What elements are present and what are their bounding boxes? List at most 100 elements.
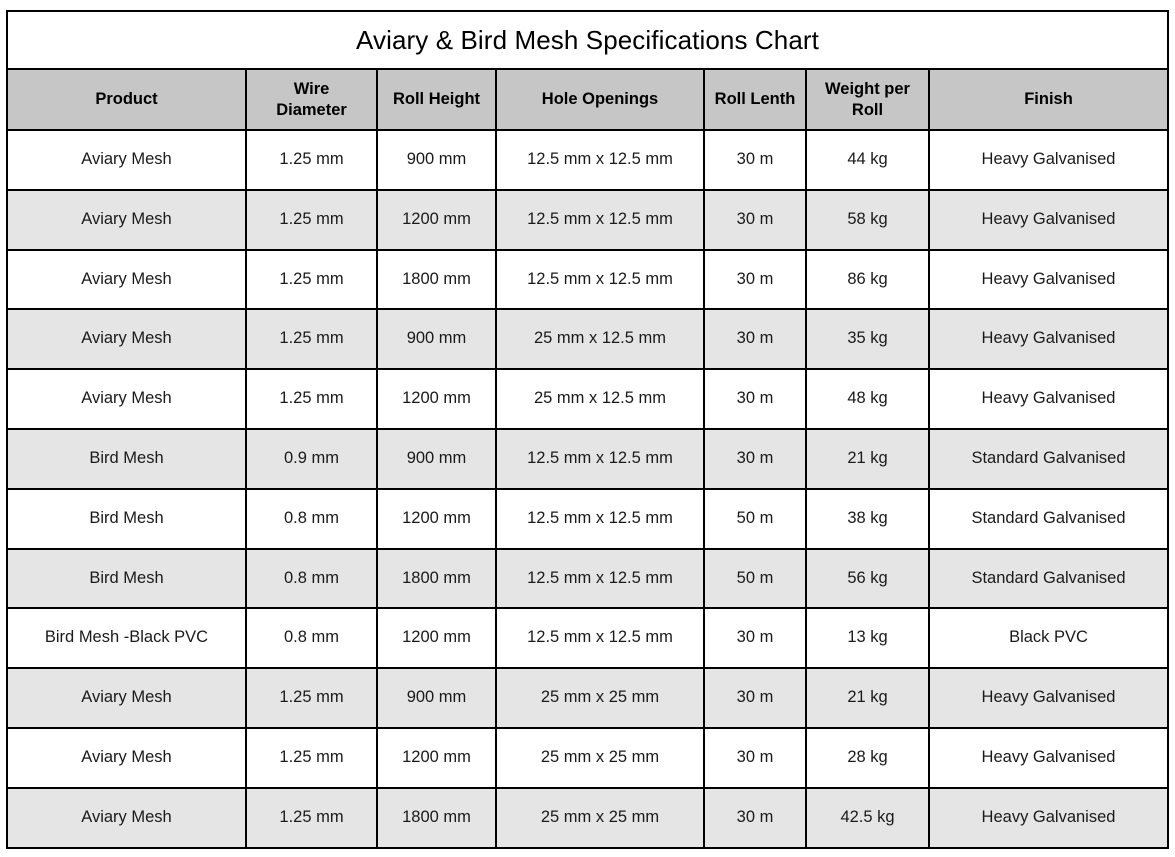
cell-weight-per-roll: 86 kg xyxy=(805,248,930,311)
cell-product: Aviary Mesh xyxy=(6,308,247,371)
table-row[interactable]: Aviary Mesh 1.25 mm 1800 mm 12.5 mm x 12.5 … xyxy=(6,248,1169,311)
cell-hole-openings: 25 mm x 25 mm xyxy=(495,786,705,849)
cell-roll-length: 30 m xyxy=(703,188,807,251)
cell-finish: Heavy Galvanised xyxy=(928,129,1169,191)
cell-hole-openings: 12.5 mm x 12.5 mm xyxy=(495,248,705,311)
cell-product: Aviary Mesh xyxy=(6,786,247,849)
cell-wire-diameter: 1.25 mm xyxy=(245,726,378,789)
cell-roll-height: 900 mm xyxy=(376,129,497,191)
cell-hole-openings: 12.5 mm x 12.5 mm xyxy=(495,129,705,191)
cell-hole-openings: 12.5 mm x 12.5 mm xyxy=(495,487,705,550)
table-head: Aviary & Bird Mesh Specifications Chart xyxy=(6,10,1169,70)
cell-product: Aviary Mesh xyxy=(6,188,247,251)
table-row[interactable]: Aviary Mesh 1.25 mm 1200 mm 12.5 mm x 12.5 … xyxy=(6,188,1169,251)
column-header-weight-per-roll[interactable]: Weight per Roll xyxy=(805,68,930,131)
cell-product: Aviary Mesh xyxy=(6,368,247,430)
table-row[interactable]: Bird Mesh -Black PVC 0.8 mm 1200 mm 12.5 mm… xyxy=(6,607,1169,670)
cell-hole-openings: 12.5 mm x 12.5 mm xyxy=(495,427,705,490)
cell-roll-length: 30 m xyxy=(703,129,807,191)
cell-weight-per-roll: 38 kg xyxy=(805,487,930,550)
cell-hole-openings: 12.5 mm x 12.5 mm xyxy=(495,607,705,670)
cell-product: Bird Mesh xyxy=(6,427,247,490)
cell-wire-diameter: 1.25 mm xyxy=(245,368,378,430)
table-row[interactable]: Aviary Mesh 1.25 mm 1200 mm 25 mm x 25 mm 30… xyxy=(6,726,1169,789)
table-row[interactable]: Aviary Mesh 1.25 mm 1200 mm 25 mm x 12.5 mm… xyxy=(6,368,1169,430)
cell-roll-height: 1200 mm xyxy=(376,368,497,430)
cell-wire-diameter: 0.8 mm xyxy=(245,487,378,550)
cell-roll-height: 900 mm xyxy=(376,308,497,371)
table-row[interactable]: Aviary Mesh 1.25 mm 900 mm 12.5 mm x 12.5 m… xyxy=(6,129,1169,191)
cell-roll-height: 1200 mm xyxy=(376,188,497,251)
cell-weight-per-roll: 21 kg xyxy=(805,427,930,490)
table-row[interactable]: Aviary Mesh 1.25 mm 900 mm 25 mm x 25 mm 30 … xyxy=(6,667,1169,729)
cell-finish: Heavy Galvanised xyxy=(928,248,1169,311)
table-row[interactable]: Aviary Mesh 1.25 mm 900 mm 25 mm x 12.5 mm 3… xyxy=(6,308,1169,371)
cell-hole-openings: 12.5 mm x 12.5 mm xyxy=(495,188,705,251)
cell-product: Bird Mesh -Black PVC xyxy=(6,607,247,670)
page-title: Aviary & Bird Mesh Specifications Chart xyxy=(6,10,1169,70)
cell-hole-openings: 12.5 mm x 12.5 mm xyxy=(495,547,705,610)
cell-product: Aviary Mesh xyxy=(6,726,247,789)
cell-weight-per-roll: 13 kg xyxy=(805,607,930,670)
title-row: Aviary & Bird Mesh Specifications Chart xyxy=(6,10,1169,70)
cell-weight-per-roll: 58 kg xyxy=(805,188,930,251)
column-header-weight-line2: Roll xyxy=(851,100,884,119)
cell-finish: Black PVC xyxy=(928,607,1169,670)
cell-hole-openings: 25 mm x 25 mm xyxy=(495,726,705,789)
cell-roll-length: 30 m xyxy=(703,786,807,849)
column-header-roll-height[interactable]: Roll Height xyxy=(376,68,497,131)
cell-finish: Heavy Galvanised xyxy=(928,726,1169,789)
cell-weight-per-roll: 56 kg xyxy=(805,547,930,610)
cell-finish: Standard Galvanised xyxy=(928,547,1169,610)
cell-weight-per-roll: 48 kg xyxy=(805,368,930,430)
cell-roll-height: 1800 mm xyxy=(376,786,497,849)
cell-product: Bird Mesh xyxy=(6,487,247,550)
table-body: Aviary Mesh 1.25 mm 900 mm 12.5 mm x 12.5 m… xyxy=(6,129,1169,849)
cell-roll-length: 50 m xyxy=(703,547,807,610)
cell-finish: Heavy Galvanised xyxy=(928,667,1169,729)
table-row[interactable]: Bird Mesh 0.9 mm 900 mm 12.5 mm x 12.5 mm 30… xyxy=(6,427,1169,490)
cell-finish: Standard Galvanised xyxy=(928,427,1169,490)
cell-wire-diameter: 0.8 mm xyxy=(245,607,378,670)
cell-roll-length: 30 m xyxy=(703,667,807,729)
specifications-table: Aviary & Bird Mesh Specifications Chart … xyxy=(6,10,1169,849)
column-header-roll-length[interactable]: Roll Lenth xyxy=(703,68,807,131)
table-row[interactable]: Bird Mesh 0.8 mm 1800 mm 12.5 mm x 12.5 mm 5… xyxy=(6,547,1169,610)
cell-finish: Standard Galvanised xyxy=(928,487,1169,550)
cell-weight-per-roll: 28 kg xyxy=(805,726,930,789)
cell-wire-diameter: 1.25 mm xyxy=(245,667,378,729)
column-header-weight-line1: Weight per xyxy=(825,79,910,98)
cell-roll-height: 1200 mm xyxy=(376,487,497,550)
cell-wire-diameter: 1.25 mm xyxy=(245,786,378,849)
cell-roll-length: 30 m xyxy=(703,248,807,311)
cell-finish: Heavy Galvanised xyxy=(928,188,1169,251)
spec-sheet: Aviary & Bird Mesh Specifications Chart … xyxy=(0,0,1175,857)
cell-roll-height: 1200 mm xyxy=(376,607,497,670)
cell-weight-per-roll: 44 kg xyxy=(805,129,930,191)
cell-weight-per-roll: 42.5 kg xyxy=(805,786,930,849)
cell-roll-length: 30 m xyxy=(703,427,807,490)
column-header-finish[interactable]: Finish xyxy=(928,68,1169,131)
cell-product: Aviary Mesh xyxy=(6,248,247,311)
cell-product: Aviary Mesh xyxy=(6,129,247,191)
column-header-row: Product Wire Diameter Roll Height Hole O… xyxy=(6,68,1169,131)
column-header-wire-diameter-line1: Wire xyxy=(293,79,330,98)
cell-finish: Heavy Galvanised xyxy=(928,786,1169,849)
cell-wire-diameter: 1.25 mm xyxy=(245,308,378,371)
column-header-wire-diameter[interactable]: Wire Diameter xyxy=(245,68,378,131)
table-row[interactable]: Aviary Mesh 1.25 mm 1800 mm 25 mm x 25 mm 30… xyxy=(6,786,1169,849)
cell-wire-diameter: 1.25 mm xyxy=(245,248,378,311)
cell-finish: Heavy Galvanised xyxy=(928,308,1169,371)
table-row[interactable]: Bird Mesh 0.8 mm 1200 mm 12.5 mm x 12.5 mm 5… xyxy=(6,487,1169,550)
column-header-row-group: Product Wire Diameter Roll Height Hole O… xyxy=(6,68,1169,131)
cell-roll-length: 30 m xyxy=(703,308,807,371)
cell-weight-per-roll: 21 kg xyxy=(805,667,930,729)
cell-product: Bird Mesh xyxy=(6,547,247,610)
column-header-product[interactable]: Product xyxy=(6,68,247,131)
cell-roll-length: 50 m xyxy=(703,487,807,550)
column-header-hole-openings[interactable]: Hole Openings xyxy=(495,68,705,131)
cell-wire-diameter: 0.9 mm xyxy=(245,427,378,490)
cell-wire-diameter: 1.25 mm xyxy=(245,188,378,251)
cell-hole-openings: 25 mm x 12.5 mm xyxy=(495,368,705,430)
cell-weight-per-roll: 35 kg xyxy=(805,308,930,371)
